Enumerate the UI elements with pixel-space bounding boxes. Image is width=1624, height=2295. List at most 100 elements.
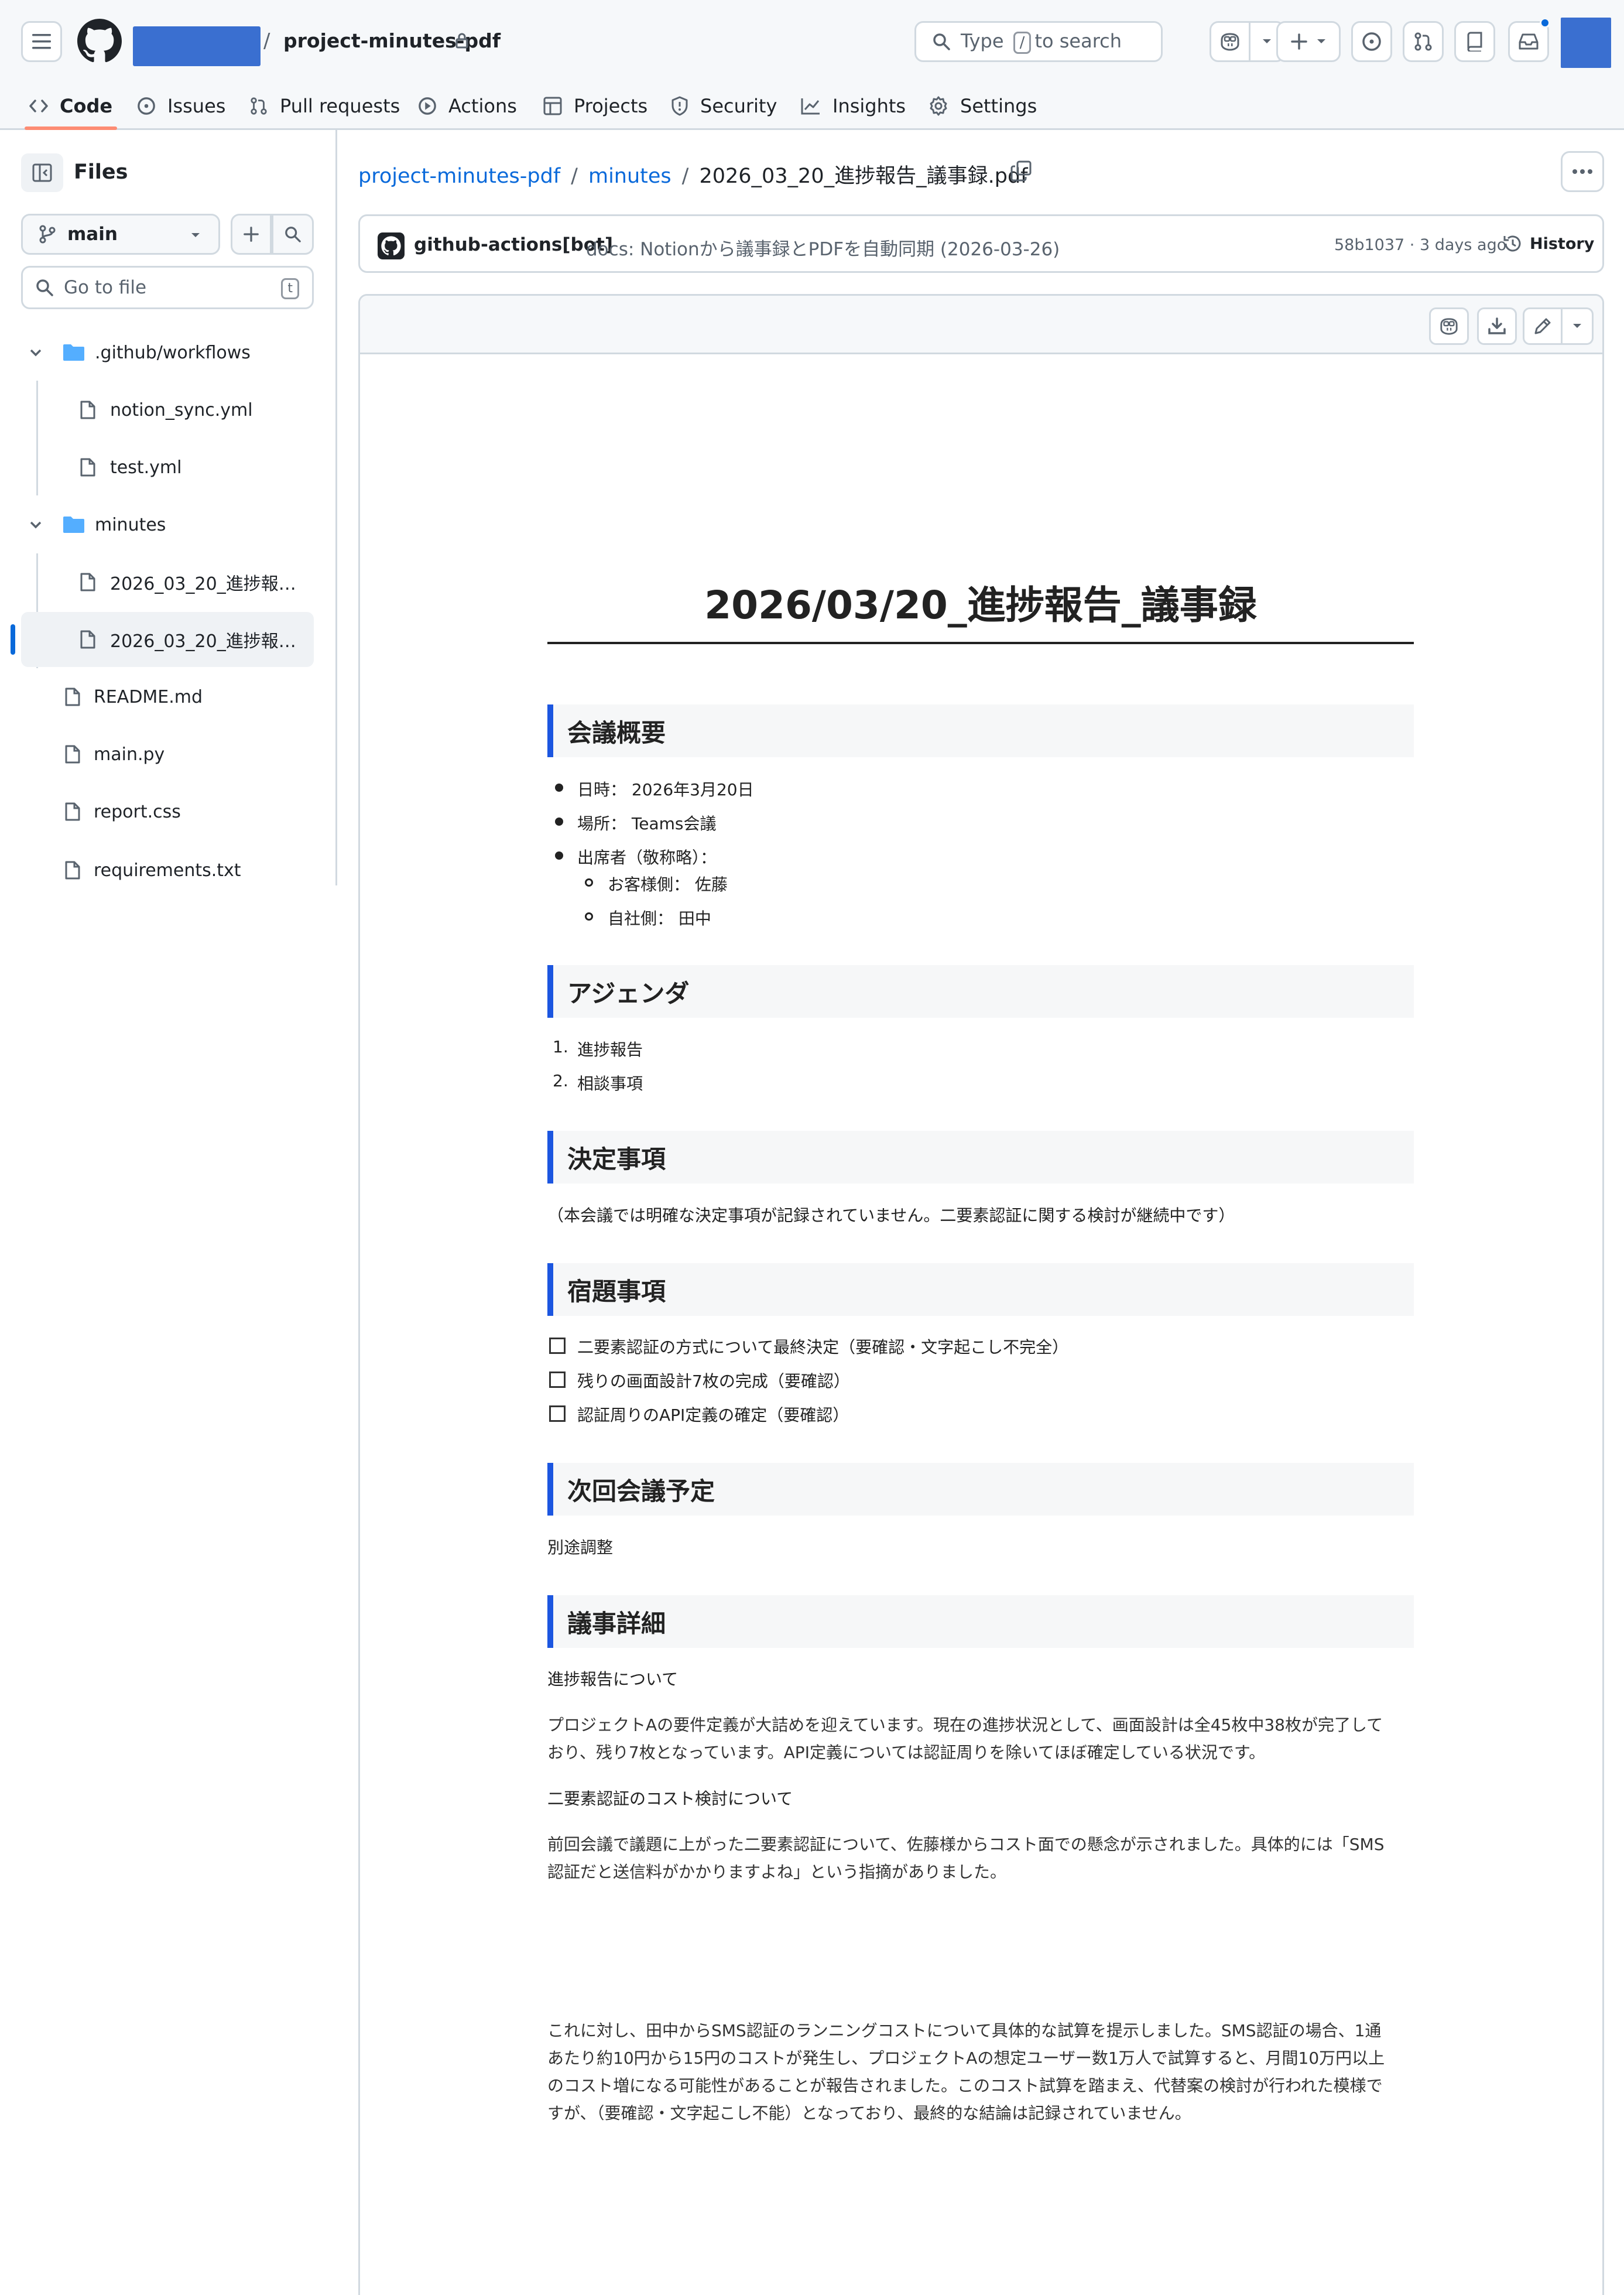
commit-author-link[interactable]: github-actions[bot] (414, 234, 613, 255)
breadcrumb-file-name: 2026_03_20_進捗報告_議事録.pdf (699, 165, 1028, 188)
chevron-down-icon (30, 349, 42, 357)
go-to-file-shortcut: t (281, 278, 299, 299)
chevron-down-icon (1573, 324, 1581, 328)
details-paragraph-line: 認証だと送信料がかかりますよね」という指摘がありました。 (547, 1862, 1007, 1882)
tree-file-report-css[interactable]: report.css (21, 784, 314, 839)
breadcrumb-repo-link[interactable]: project-minutes-pdf (358, 165, 560, 188)
play-icon (419, 97, 436, 115)
github-logo-icon[interactable] (77, 19, 122, 63)
copilot-ask-button[interactable] (1429, 307, 1469, 345)
commit-hash-and-time[interactable]: 58b1037 · 3 days ago (1334, 236, 1506, 254)
file-icon (80, 458, 95, 477)
tree-file-minutes-md[interactable]: 2026_03_20_進捗報告... (21, 555, 314, 610)
sidebar-collapse-icon (32, 163, 52, 182)
repositories-button[interactable] (1454, 21, 1495, 62)
breadcrumb: project-minutes-pdf / minutes / 2026_03_20_進… (358, 159, 1027, 189)
agenda-item-number: 1. (553, 1037, 568, 1056)
issues-button[interactable] (1351, 21, 1392, 62)
tree-file-main-py[interactable]: main.py (21, 727, 314, 782)
file-icon (65, 802, 80, 821)
task-item: 残りの画面設計7枚の完成（要確認） (577, 1371, 850, 1391)
tree-file-minutes-pdf[interactable]: 2026_03_20_進捗報告... (21, 612, 314, 667)
notification-indicator (1540, 18, 1550, 28)
task-item: 二要素認証の方式について最終決定（要確認・文字起こし不完全） (577, 1338, 1069, 1357)
latest-commit-bar: github-actions[bot] docs: Notionから議事録とPD… (358, 214, 1604, 273)
tree-file-readme[interactable]: README.md (21, 669, 314, 724)
chevron-down-icon (1263, 39, 1271, 43)
tree-file-requirements[interactable]: requirements.txt (21, 843, 314, 898)
lock-icon (455, 33, 468, 49)
go-to-file-input[interactable]: Go to file t (21, 266, 314, 309)
tree-file-notion-sync[interactable]: notion_sync.yml (21, 382, 314, 437)
folder-open-icon (63, 517, 84, 533)
attendee-company: 自社側： 田中 (608, 909, 711, 928)
copilot-button[interactable] (1210, 21, 1250, 62)
pencil-icon (1534, 318, 1551, 334)
chevron-down-icon (191, 233, 200, 237)
file-icon (80, 573, 95, 591)
code-icon (29, 100, 48, 112)
attendee-client: お客様側： 佐藤 (608, 875, 728, 894)
meeting-place: 場所： Teams会議 (577, 814, 717, 833)
tree-folder-minutes[interactable]: minutes (21, 497, 314, 552)
breadcrumb-separator: / (681, 165, 689, 188)
copilot-icon (1221, 33, 1239, 51)
download-button[interactable] (1477, 307, 1517, 345)
search-files-button[interactable] (272, 214, 314, 255)
create-new-button[interactable] (1276, 21, 1341, 62)
tab-issues[interactable]: Issues (137, 82, 225, 130)
tab-code[interactable]: Code (24, 82, 118, 130)
search-placeholder: Type / to search (961, 30, 1122, 54)
task-item: 認証周りのAPI定義の確定（要確認） (577, 1405, 849, 1425)
tree-file-test-yml[interactable]: test.yml (21, 440, 314, 495)
details-paragraph-line: あたり約10円から15円のコストが発生し、プロジェクトAの想定ユーザー数1万人で… (547, 2048, 1385, 2068)
owner-name-redacted[interactable] (133, 26, 261, 66)
breadcrumb-folder-link[interactable]: minutes (588, 165, 671, 188)
history-button[interactable]: History (1503, 234, 1594, 254)
download-icon (1488, 317, 1506, 334)
branch-selector[interactable]: main (21, 214, 220, 255)
edit-file-button[interactable] (1523, 307, 1563, 345)
section-heading-agenda: アジェンダ (547, 965, 1414, 1018)
tab-projects[interactable]: Projects (543, 82, 647, 130)
github-actions-avatar-icon[interactable] (378, 232, 405, 259)
details-paragraph-line: プロジェクトAの要件定義が大詰めを迎えています。現在の進捗状況として、画面設計は… (547, 1715, 1383, 1735)
search-icon (36, 279, 53, 296)
tab-pull-requests[interactable]: Pull requests (249, 82, 400, 130)
folder-open-icon (63, 344, 84, 361)
pull-request-icon (251, 97, 267, 115)
collapse-sidebar-button[interactable] (21, 153, 63, 192)
history-icon (1503, 235, 1521, 252)
task-checkbox (549, 1405, 566, 1422)
tab-security[interactable]: Security (671, 82, 777, 130)
section-heading-overview: 会議概要 (547, 704, 1414, 757)
tab-actions[interactable]: Actions (418, 82, 517, 130)
more-options-button[interactable] (1561, 151, 1604, 192)
list-sub-bullet (585, 912, 593, 921)
task-checkbox (549, 1338, 566, 1354)
copy-path-icon[interactable] (1010, 160, 1032, 182)
user-avatar[interactable] (1561, 18, 1611, 68)
list-bullet (555, 851, 563, 860)
pull-requests-button[interactable] (1403, 21, 1444, 62)
hamburger-icon (32, 34, 51, 49)
task-checkbox (549, 1371, 566, 1388)
search-icon (285, 227, 301, 242)
section-heading-decisions: 決定事項 (547, 1131, 1414, 1184)
kebab-horizontal-icon (1572, 169, 1592, 174)
tab-insights[interactable]: Insights (801, 82, 906, 130)
add-file-button[interactable] (231, 214, 272, 255)
document-title: 2026/03/20_進捗報告_議事録 (704, 583, 1257, 628)
edit-menu-button[interactable] (1561, 307, 1594, 345)
menu-button[interactable] (21, 21, 62, 62)
sidebar-resize-handle[interactable] (335, 130, 337, 885)
commit-message-link[interactable]: docs: Notionから議事録とPDFを自動同期 (2026-03-26) (586, 234, 1060, 261)
tree-folder-github-workflows[interactable]: .github/workflows (21, 325, 314, 380)
search-input[interactable]: Type / to search (914, 21, 1163, 62)
tab-settings[interactable]: Settings (929, 82, 1037, 130)
details-subheading: 進捗報告について (547, 1670, 679, 1689)
section-heading-details: 議事詳細 (547, 1595, 1414, 1648)
file-icon (65, 745, 80, 764)
decisions-text: （本会議では明確な決定事項が記録されていません。二要素認証に関する検討が継続中で… (547, 1206, 1235, 1225)
chevron-down-icon (30, 521, 42, 529)
